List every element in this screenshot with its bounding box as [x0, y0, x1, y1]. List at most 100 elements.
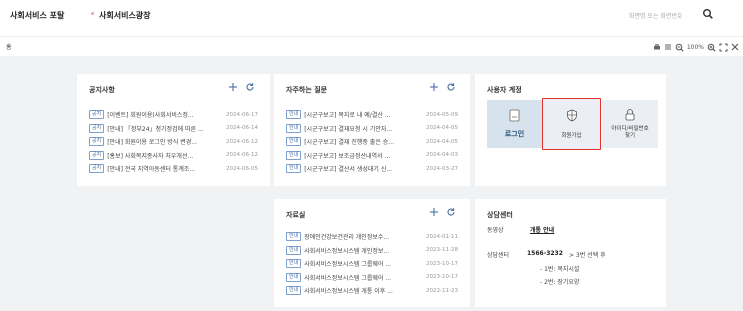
notice-list: 공지 [이벤트] 회원이용(사회서비스정... 2024-06-17 공지 [안내] … [89, 108, 258, 176]
item-badge: 공지 [89, 164, 105, 174]
list-item[interactable]: 안내 사회서비스정보시스템 그룹웨어 ... 2023-10-17 [286, 257, 458, 271]
lock-icon [625, 109, 635, 121]
list-item[interactable]: 안내 사회서비스정보시스템 개인정보... 2023-11-28 [286, 244, 458, 258]
archive-list: 안내 장애인건강보건관리 개인정보수... 2024-01-11 안내 사회서비스정보… [286, 230, 458, 298]
item-badge: 안내 [286, 110, 302, 120]
item-title: [시군구보고] 복지로 내 예/결산 ... [304, 112, 391, 120]
account-card: 사용자 계정 로그인 회원가입 아이디/비밀번호 찾기 [475, 74, 666, 186]
item-date: 2024-06-12 [226, 152, 258, 159]
item-date: 2024-06-17 [226, 111, 258, 118]
screen-search-input[interactable]: 화면명 또는 화면번호 [629, 11, 683, 20]
login-button[interactable]: 로그인 [487, 100, 542, 148]
phone-number: 1566-3232 [527, 250, 563, 257]
account-title: 사용자 계정 [487, 86, 522, 94]
item-date: 2023-10-17 [426, 274, 458, 281]
item-title: [홍보] 사회복지종사자 처우개선... [107, 152, 194, 160]
fullscreen-icon[interactable] [719, 41, 728, 53]
shield-icon [567, 109, 577, 122]
list-item[interactable]: 안내 사회서비스정보시스템 개통 이후 ... 2022-11-23 [286, 284, 458, 298]
item-title: 사회서비스정보시스템 개인정보... [304, 247, 390, 255]
add-icon[interactable] [429, 82, 439, 92]
item-badge: 공지 [89, 123, 105, 133]
item-badge: 안내 [286, 259, 302, 269]
item-title: [시군구보고] 결재 진행중 출은 승... [304, 139, 394, 147]
item-badge: 안내 [286, 245, 302, 255]
list-item[interactable]: 공지 [홍보] 사회복지종사자 처우개선... 2024-06-12 [89, 149, 258, 163]
item-badge: 공지 [89, 150, 105, 160]
item-date: 2023-10-17 [426, 260, 458, 267]
add-icon[interactable] [228, 82, 238, 92]
center-label: 상담센터 [487, 252, 510, 259]
list-item[interactable]: 안내 [시군구보고] 복지로 내 예/결산 ... 2024-05-09 [286, 108, 458, 122]
item-date: 2023-11-28 [426, 247, 458, 254]
brand-title[interactable]: 사회서비스 포탈 [10, 10, 64, 21]
find-account-button[interactable]: 아이디/비밀번호 찾기 [602, 100, 658, 148]
top-header: 사회서비스 포탈 사회서비스광장 화면명 또는 화면번호 [0, 0, 743, 36]
item-badge: 공지 [89, 137, 105, 147]
item-badge: 공지 [89, 110, 105, 120]
item-date: 2024-04-05 [426, 125, 458, 132]
list-item[interactable]: 공지 [안내] 전국 지역아동센터 통계조... 2024-06-05 [89, 162, 258, 176]
signup-button[interactable]: 회원가입 [542, 98, 601, 150]
refresh-icon[interactable] [446, 82, 456, 92]
item-date: 2022-11-23 [426, 287, 458, 294]
item-date: 2024-01-11 [426, 233, 458, 240]
item-title: [이벤트] 회원이용(사회서비스정... [107, 112, 194, 120]
list-item[interactable]: 안내 [시군구보고] 보조금정산내역서 ... 2024-04-03 [286, 149, 458, 163]
list-item[interactable]: 안내 사회서비스정보시스템 그룹웨어 ... 2023-10-17 [286, 271, 458, 285]
archive-title: 자료실 [286, 211, 306, 219]
add-icon[interactable] [429, 207, 439, 217]
list-item[interactable]: 공지 [안내] 「정부24」청기정검에 따른 ... 2024-06-14 [89, 122, 258, 136]
item-title: 장애인건강보건관리 개인정보수... [304, 234, 390, 242]
item-badge: 안내 [286, 137, 302, 147]
view-toolbar: 100% [653, 41, 739, 53]
close-icon[interactable] [731, 41, 739, 53]
list-icon[interactable] [664, 41, 672, 53]
tab-home[interactable]: 홈 [6, 42, 12, 51]
list-item[interactable]: 안내 [시군구보고] 결재 진행중 출은 승... 2024-04-05 [286, 135, 458, 149]
item-badge: 안내 [286, 164, 302, 174]
video-label: 동영상 [487, 227, 504, 234]
print-icon[interactable] [653, 41, 661, 53]
item-date: 2024-06-12 [226, 138, 258, 145]
breadcrumb-dot [91, 12, 94, 15]
list-item[interactable]: 공지 [안내] 회원이용 로그인 방식 변경... 2024-06-12 [89, 135, 258, 149]
refresh-icon[interactable] [446, 207, 456, 217]
item-badge: 안내 [286, 232, 302, 242]
faq-title: 자주하는 질문 [286, 86, 328, 94]
list-item[interactable]: 안내 [시군구보고] 결산서 생성대기 신... 2024-03-27 [286, 162, 458, 176]
item-title: [안내] 전국 지역아동센터 통계조... [107, 166, 196, 174]
item-title: 사회서비스정보시스템 그룹웨어 ... [304, 274, 392, 282]
consult-title: 상담센터 [487, 211, 513, 219]
search-icon[interactable] [702, 8, 714, 20]
item-date: 2024-04-03 [426, 152, 458, 159]
item-title: 사회서비스정보시스템 개통 이후 ... [304, 288, 393, 296]
video-link[interactable]: 개통 안내 [530, 225, 554, 234]
list-item[interactable]: 안내 장애인건강보건관리 개인정보수... 2024-01-11 [286, 230, 458, 244]
zoom-level: 100% [686, 43, 704, 51]
login-label: 로그인 [504, 130, 525, 138]
faq-list: 안내 [시군구보고] 복지로 내 예/결산 ... 2024-05-09 안내 [시군… [286, 108, 458, 176]
list-item[interactable]: 공지 [이벤트] 회원이용(사회서비스정... 2024-06-17 [89, 108, 258, 122]
item-date: 2024-03-27 [426, 165, 458, 172]
archive-card: 자료실 안내 장애인건강보건관리 개인정보수... 2024-01-11 안내 사회서… [274, 199, 470, 307]
document-icon [509, 109, 520, 122]
zoom-in-icon[interactable] [707, 41, 716, 53]
item-title: 사회서비스정보시스템 그룹웨어 ... [304, 261, 392, 269]
item-date: 2024-06-14 [226, 125, 258, 132]
item-date: 2024-05-09 [426, 111, 458, 118]
find-label-line2: 찾기 [624, 133, 636, 139]
notice-card: 공지사항 공지 [이벤트] 회원이용(사회서비스정... 2024-06-17 공지… [77, 74, 270, 186]
item-badge: 안내 [286, 123, 302, 133]
item-title: [안내] 회원이용 로그인 방식 변경... [107, 139, 197, 147]
item-title: [안내] 「정부24」청기정검에 따른 ... [107, 125, 204, 133]
phone-instruction: > 3번 선택 후 [569, 252, 606, 259]
list-item[interactable]: 안내 [시군구보고] 결재요청 시 기안자... 2024-04-05 [286, 122, 458, 136]
item-date: 2024-06-05 [226, 165, 258, 172]
option-care: - 2번: 장기요양 [540, 279, 580, 286]
refresh-icon[interactable] [245, 82, 255, 92]
item-title: [시군구보고] 결재요청 시 기안자... [304, 125, 393, 133]
item-badge: 안내 [286, 286, 302, 296]
breadcrumb-current[interactable]: 사회서비스광장 [99, 10, 151, 21]
zoom-out-icon[interactable] [675, 41, 684, 53]
